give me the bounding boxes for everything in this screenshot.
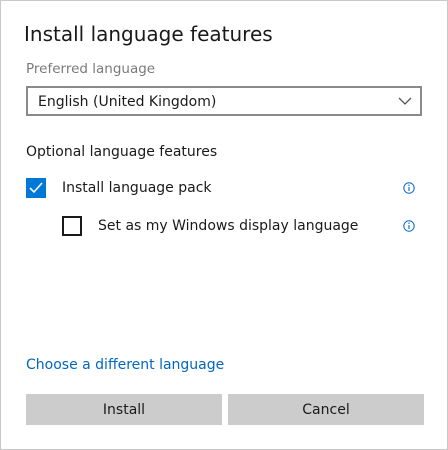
info-icon[interactable]: [403, 220, 415, 232]
cancel-button[interactable]: Cancel: [228, 394, 424, 425]
install-language-dialog: Install language features Preferred lang…: [0, 0, 448, 450]
dialog-title: Install language features: [24, 22, 273, 46]
preferred-language-select[interactable]: English (United Kingdom): [26, 86, 422, 116]
choose-different-language-link[interactable]: Choose a different language: [26, 357, 224, 373]
info-icon[interactable]: [403, 182, 415, 194]
display-language-checkbox[interactable]: [62, 216, 82, 236]
display-language-label: Set as my Windows display language: [98, 218, 359, 234]
preferred-language-value: English (United Kingdom): [38, 94, 217, 110]
preferred-language-label: Preferred language: [26, 61, 156, 77]
install-language-pack-label: Install language pack: [62, 180, 212, 196]
checkmark-icon: [29, 182, 43, 194]
optional-features-heading: Optional language features: [26, 144, 218, 160]
chevron-down-icon: [398, 97, 412, 105]
install-language-pack-checkbox[interactable]: [26, 178, 46, 198]
install-button[interactable]: Install: [26, 394, 222, 425]
